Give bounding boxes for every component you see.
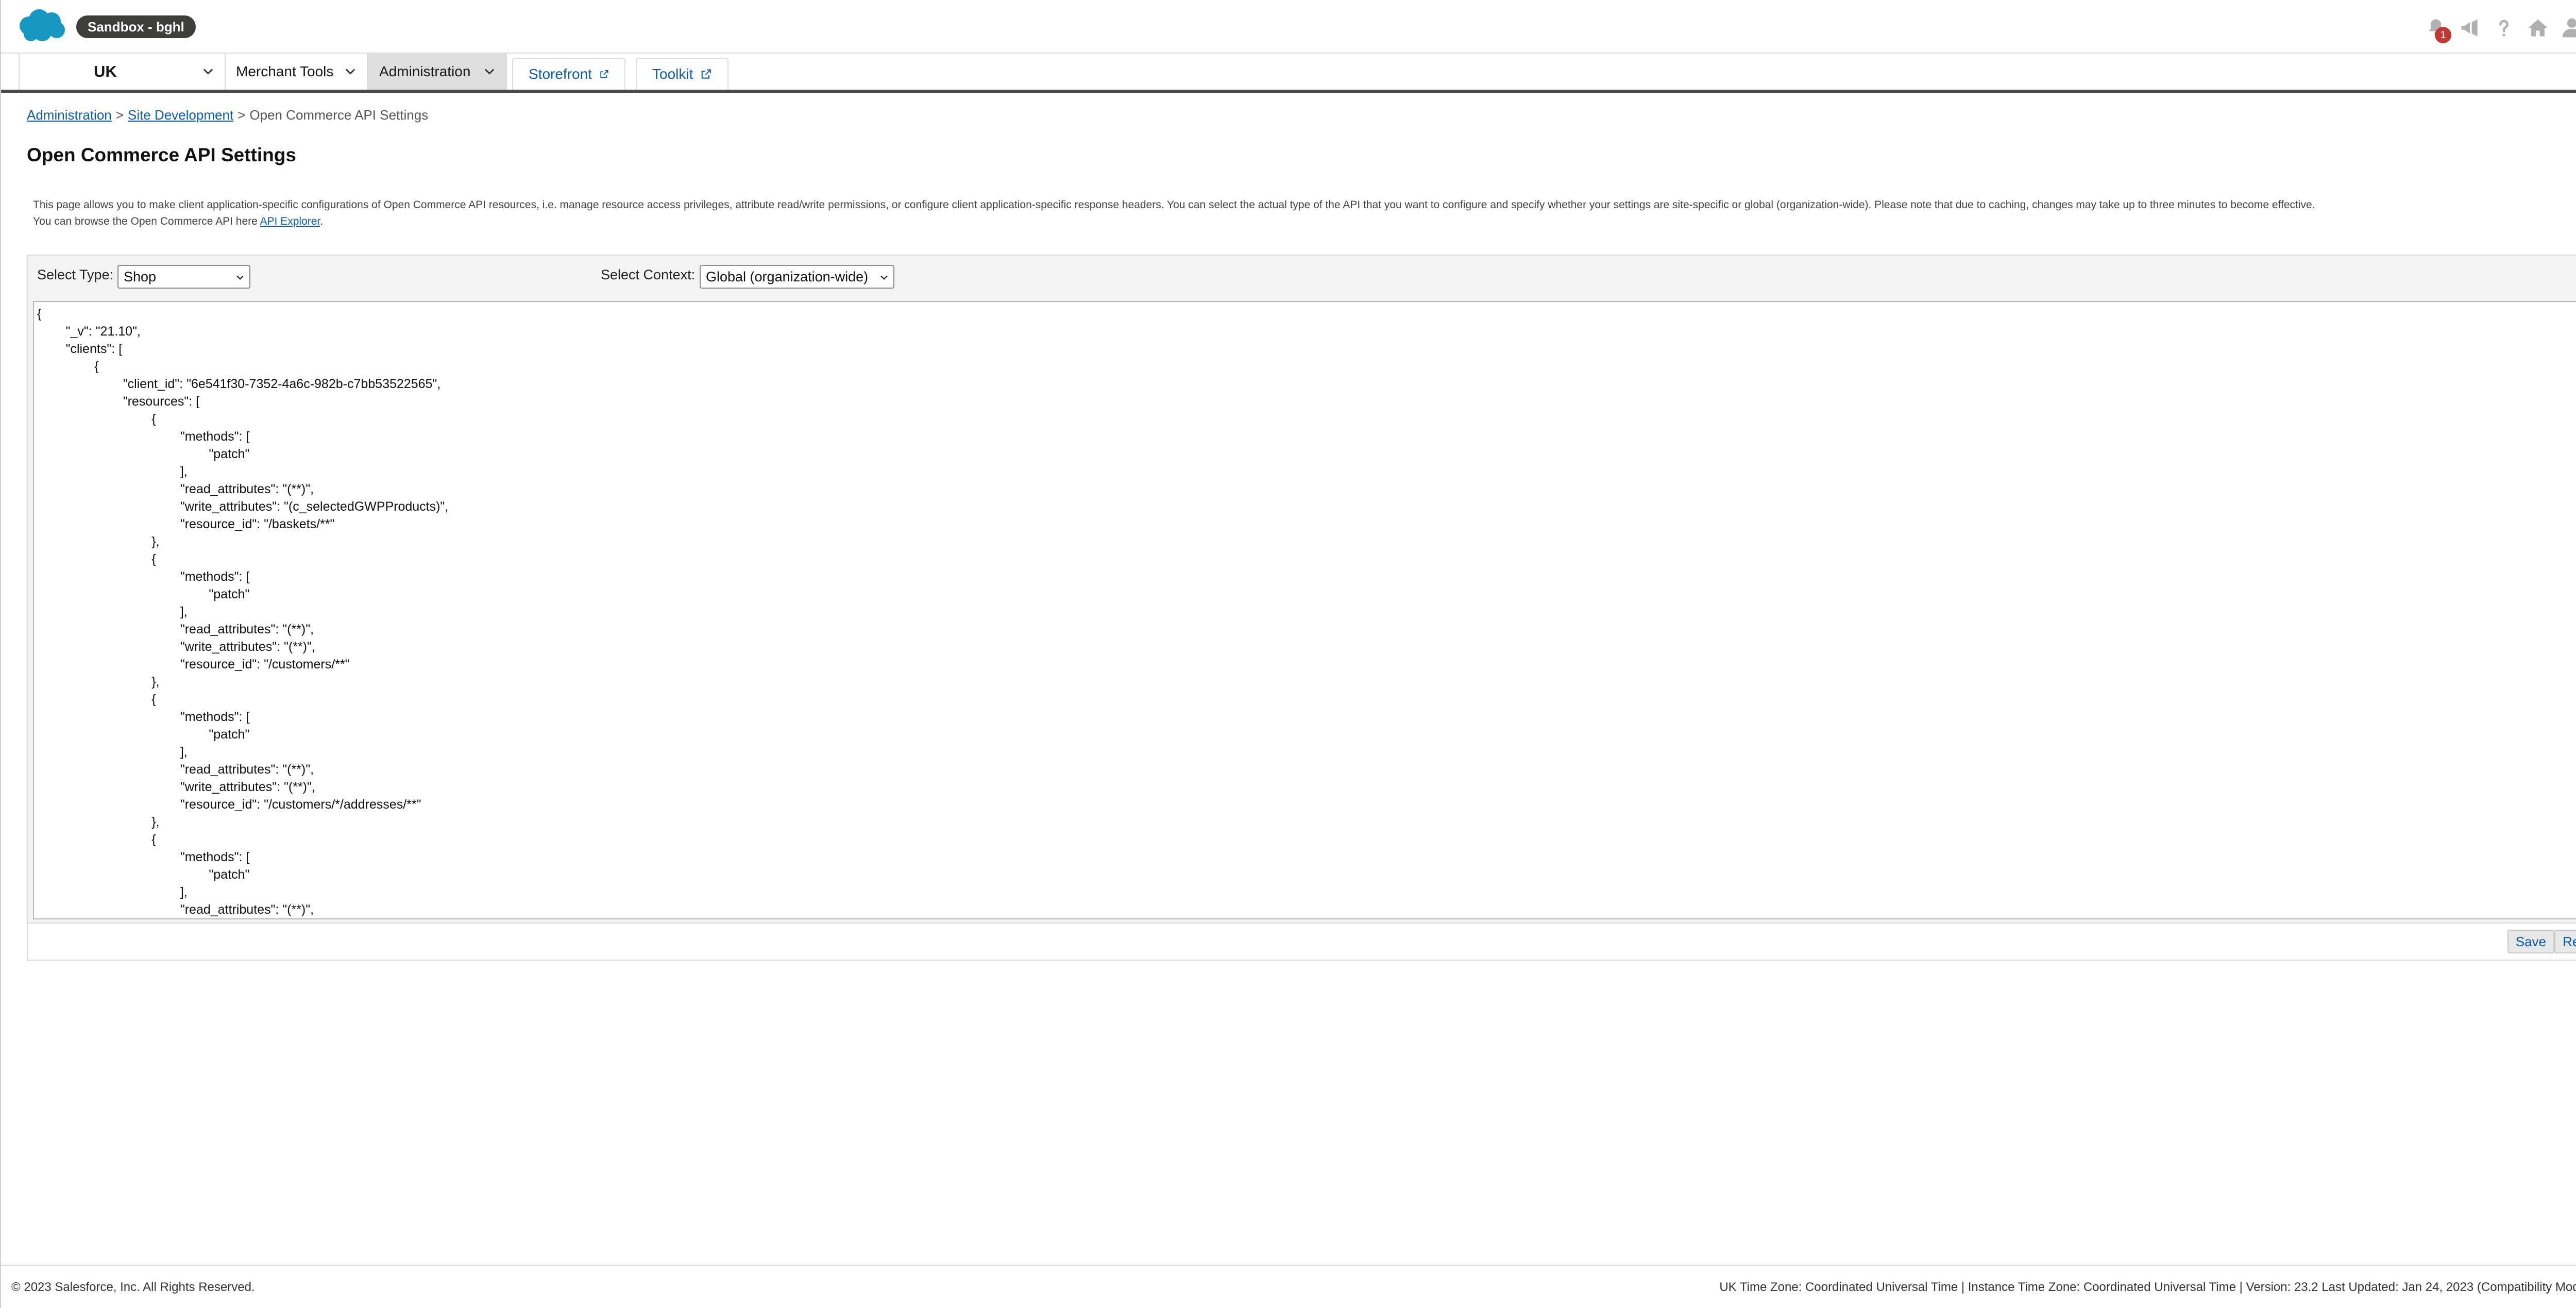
storefront-link-label: Storefront	[529, 66, 592, 82]
page-description: This page allows you to make client appl…	[33, 197, 2537, 230]
nav-administration-label: Administration	[379, 63, 471, 79]
chevron-down-icon	[484, 69, 495, 75]
external-link-icon	[702, 69, 711, 79]
announcements-button[interactable]	[2456, 14, 2483, 41]
description-api-prefix: You can browse the Open Commerce API her…	[33, 215, 258, 227]
user-profile-button[interactable]	[2558, 14, 2576, 41]
nav-merchant-tools[interactable]: Merchant Tools	[226, 54, 368, 90]
chevron-down-icon	[345, 69, 355, 75]
nav-merchant-tools-label: Merchant Tools	[236, 63, 334, 79]
toolkit-link[interactable]: Toolkit	[636, 58, 728, 90]
home-icon	[2528, 19, 2548, 37]
settings-panel-header: Select Type: Shop Select Context: Global…	[28, 256, 2576, 297]
help-button[interactable]	[2490, 14, 2517, 41]
select-type-value: Shop	[124, 269, 157, 284]
user-icon	[2562, 18, 2576, 38]
notifications-button[interactable]: 1	[2422, 14, 2451, 43]
select-context-label: Select Context:	[601, 267, 696, 282]
breadcrumb-site-development-link[interactable]: Site Development	[128, 107, 233, 123]
chevron-down-icon	[880, 275, 888, 280]
ocapi-json-content: { "_v": "21.10", "clients": [ { "client_…	[37, 307, 449, 917]
breadcrumb: Administration > Site Development > Open Com…	[27, 107, 428, 123]
footer-version-info: UK Time Zone: Coordinated Universal Time…	[1719, 1280, 2576, 1294]
storefront-link[interactable]: Storefront	[512, 58, 625, 90]
breadcrumb-current: Open Commerce API Settings	[249, 107, 429, 123]
notification-count-badge: 1	[2435, 27, 2451, 43]
select-type-label: Select Type:	[37, 267, 114, 282]
external-link-icon	[600, 70, 608, 78]
chevron-down-icon	[203, 69, 213, 75]
ocapi-json-editor[interactable]: { "_v": "21.10", "clients": [ { "client_…	[33, 301, 2576, 919]
select-context-dropdown[interactable]: Global (organization-wide)	[700, 265, 894, 289]
ocapi-settings-panel: Select Type: Shop Select Context: Global…	[27, 255, 2576, 961]
megaphone-icon	[2461, 19, 2478, 37]
main-navigation: UK Merchant Tools Administration Storefr…	[1, 54, 2576, 93]
top-header: Sandbox - bghl 1	[1, 0, 2576, 54]
reset-button[interactable]: Reset	[2554, 930, 2576, 953]
description-api-line: You can browse the Open Commerce API her…	[33, 213, 2537, 230]
api-explorer-link[interactable]: API Explorer	[260, 215, 320, 227]
top-icon-bar: 1	[2415, 13, 2576, 43]
chevron-down-icon	[236, 275, 244, 280]
help-icon	[2499, 20, 2509, 37]
description-text: This page allows you to make client appl…	[33, 199, 2315, 211]
settings-panel-footer: Save Reset	[28, 923, 2576, 960]
site-selector[interactable]: UK	[19, 54, 226, 90]
description-suffix: .	[320, 215, 324, 227]
breadcrumb-separator: >	[238, 107, 246, 123]
breadcrumb-administration-link[interactable]: Administration	[27, 107, 112, 123]
salesforce-cloud-logo[interactable]	[15, 7, 67, 44]
page-title: Open Commerce API Settings	[27, 144, 296, 165]
home-button[interactable]	[2524, 14, 2551, 41]
page-footer: © 2023 Salesforce, Inc. All Rights Reser…	[1, 1265, 2576, 1308]
select-type-dropdown[interactable]: Shop	[117, 265, 250, 289]
sandbox-badge: Sandbox - bghl	[76, 15, 196, 38]
nav-administration[interactable]: Administration	[368, 54, 507, 90]
breadcrumb-separator: >	[115, 107, 124, 123]
copyright-text: © 2023 Salesforce, Inc. All Rights Reser…	[11, 1280, 255, 1294]
select-context-value: Global (organization-wide)	[706, 269, 869, 284]
toolkit-link-label: Toolkit	[652, 66, 693, 82]
save-button[interactable]: Save	[2507, 930, 2554, 953]
site-selector-label: UK	[94, 62, 117, 80]
